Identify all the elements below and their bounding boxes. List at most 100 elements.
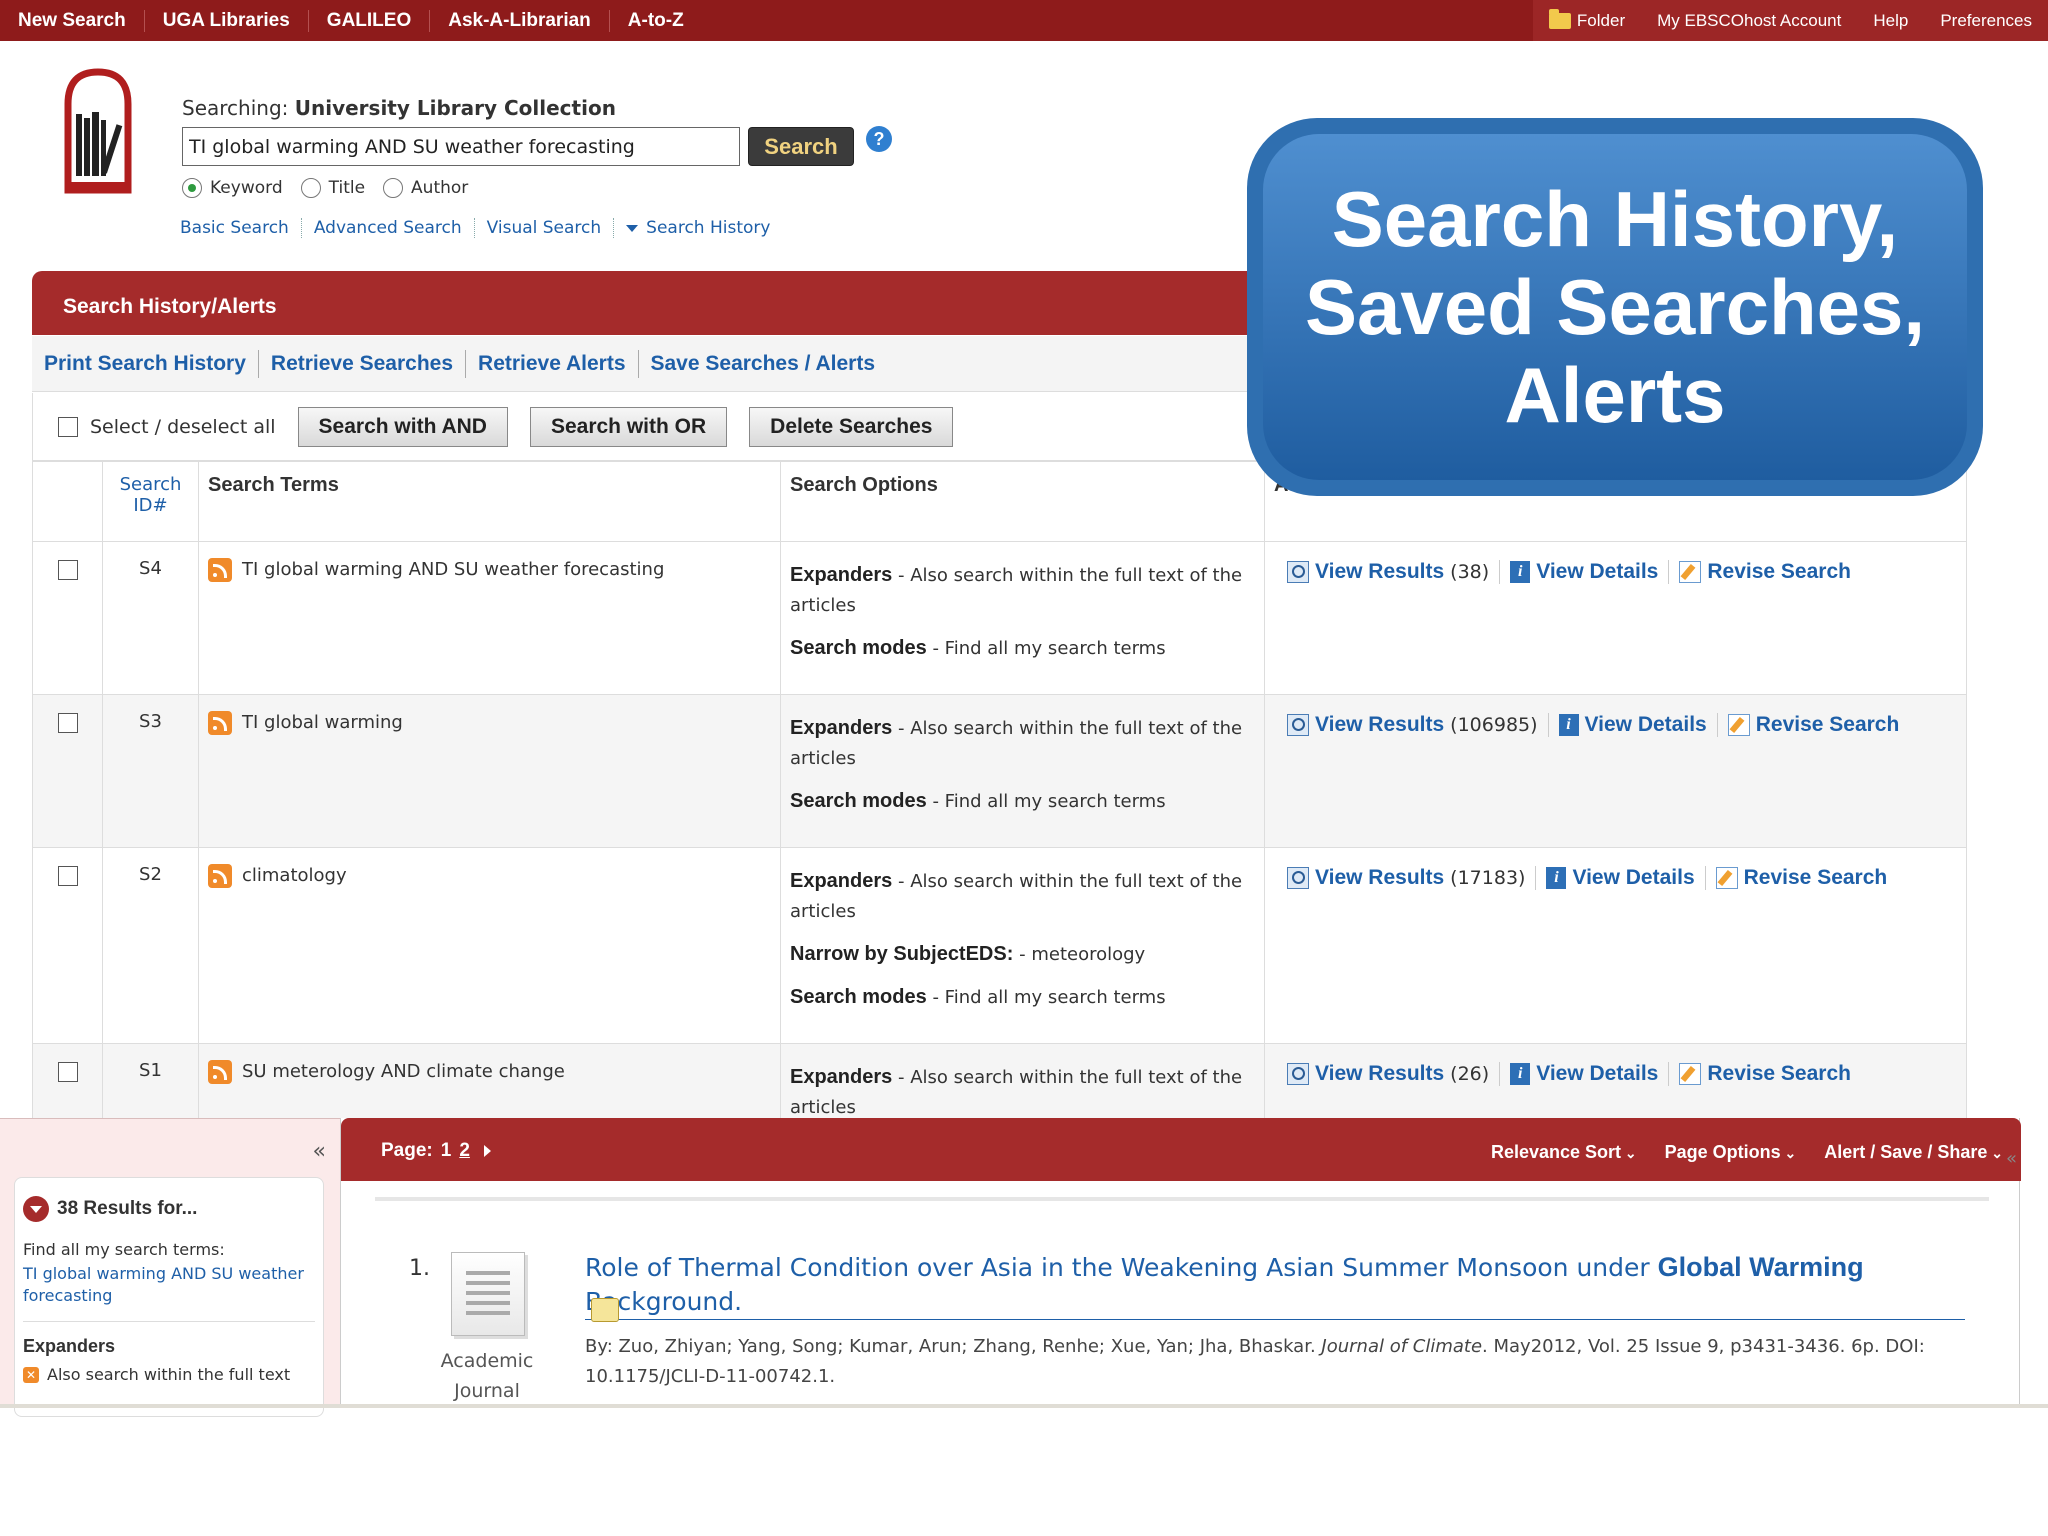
- folder-icon: [1548, 8, 1571, 29]
- nav-help[interactable]: Help: [1857, 11, 1924, 31]
- library-logo[interactable]: [62, 68, 134, 194]
- option-name: Narrow by SubjectEDS:: [790, 943, 1014, 965]
- facet-box: 38 Results for... Find all my search ter…: [14, 1177, 324, 1417]
- print-search-history-link[interactable]: Print Search History: [32, 349, 259, 378]
- search-with-and-button[interactable]: Search with AND: [297, 406, 508, 447]
- result-type: Academic Journal: [425, 1346, 549, 1406]
- view-results-link[interactable]: View Results (106985): [1287, 713, 1549, 737]
- page-1: 1: [440, 1140, 452, 1161]
- preview-icon[interactable]: [591, 1298, 619, 1322]
- link-advanced-search[interactable]: Advanced Search: [302, 218, 475, 238]
- radio-title[interactable]: Title: [300, 178, 366, 198]
- top-nav-left: New Search UGA Libraries GALILEO Ask-A-L…: [0, 0, 702, 41]
- edit-icon: [1679, 1063, 1702, 1085]
- view-details-link[interactable]: i View Details: [1536, 866, 1706, 890]
- rss-icon[interactable]: [208, 711, 232, 735]
- view-results-label: View Results: [1315, 1062, 1445, 1085]
- retrieve-alerts-link[interactable]: Retrieve Alerts: [466, 349, 639, 378]
- nav-uga-libraries[interactable]: UGA Libraries: [145, 9, 309, 32]
- results-for-heading[interactable]: 38 Results for...: [23, 1196, 315, 1222]
- nav-a-to-z[interactable]: A-to-Z: [610, 10, 702, 32]
- revise-search-link[interactable]: Revise Search: [1718, 713, 1910, 737]
- revise-search-link[interactable]: Revise Search: [1669, 1062, 1861, 1086]
- revise-search-label: Revise Search: [1707, 560, 1851, 583]
- remove-x-icon[interactable]: ✕: [23, 1366, 39, 1383]
- page-label: Page:: [381, 1140, 433, 1161]
- info-icon: i: [1558, 714, 1579, 736]
- radio-title-label: Title: [328, 178, 366, 198]
- nav-folder[interactable]: Folder: [1533, 8, 1641, 31]
- revise-search-link[interactable]: Revise Search: [1669, 560, 1861, 584]
- result-title-link[interactable]: Role of Thermal Condition over Asia in t…: [585, 1250, 1965, 1320]
- results-divider: [375, 1197, 1989, 1201]
- revise-search-label: Revise Search: [1707, 1062, 1851, 1085]
- row-actions: View Results (38) i View Details Revise Sear…: [1287, 560, 1944, 584]
- alert-save-share-dropdown[interactable]: Alert / Save / Share: [1824, 1142, 2003, 1163]
- nav-new-search[interactable]: New Search: [0, 9, 145, 32]
- academic-journal-icon: [451, 1252, 525, 1336]
- facet-sidebar: « 38 Results for... Find all my search t…: [0, 1118, 340, 1417]
- link-search-history[interactable]: Search History: [614, 218, 782, 238]
- row-checkbox-cell: [32, 694, 103, 848]
- rss-icon[interactable]: [208, 864, 232, 888]
- top-nav-bar: New Search UGA Libraries GALILEO Ask-A-L…: [0, 0, 2048, 41]
- nav-galileo[interactable]: GALILEO: [309, 9, 431, 32]
- help-icon[interactable]: ?: [866, 126, 892, 152]
- retrieve-searches-link[interactable]: Retrieve Searches: [259, 349, 467, 378]
- select-all-checkbox[interactable]: [58, 416, 78, 437]
- view-results-label: View Results: [1315, 866, 1445, 889]
- view-details-link[interactable]: i View Details: [1500, 560, 1670, 584]
- radio-keyword-label: Keyword: [210, 178, 283, 198]
- search-history-table: Search ID# Search Terms Search Options A…: [32, 461, 1967, 1197]
- row-checkbox[interactable]: [57, 1062, 78, 1082]
- radio-author[interactable]: Author: [383, 178, 468, 198]
- result-journal: Journal of Climate: [1321, 1336, 1483, 1357]
- radio-keyword[interactable]: Keyword: [182, 178, 283, 198]
- search-type-links: Basic Search Advanced Search Visual Sear…: [180, 218, 782, 238]
- page-options-dropdown[interactable]: Page Options: [1665, 1142, 1797, 1163]
- view-results-label: View Results: [1315, 560, 1445, 583]
- search-with-or-button[interactable]: Search with OR: [529, 406, 728, 447]
- search-option: Expanders - Also search within the full …: [790, 560, 1255, 621]
- header-search-id: Search ID#: [102, 461, 199, 542]
- collapse-right-icon[interactable]: «: [2006, 1148, 2017, 1169]
- facet-query-link[interactable]: TI global warming AND SU weather forecas…: [23, 1263, 315, 1307]
- header-checkbox: [32, 461, 103, 542]
- result-type-line1: Academic: [440, 1350, 534, 1372]
- rss-icon[interactable]: [208, 1060, 232, 1084]
- results-options: Relevance Sort Page Options Alert / Save…: [1491, 1142, 2003, 1163]
- revise-search-link[interactable]: Revise Search: [1706, 866, 1898, 890]
- collapse-sidebar-icon[interactable]: «: [313, 1139, 326, 1164]
- result-count: (106985): [1450, 714, 1538, 736]
- relevance-sort-dropdown[interactable]: Relevance Sort: [1491, 1142, 1637, 1163]
- view-results-link[interactable]: View Results (26): [1287, 1062, 1501, 1086]
- row-checkbox[interactable]: [57, 713, 78, 733]
- search-option: Search modes - Find all my search terms: [790, 982, 1255, 1013]
- nav-preferences[interactable]: Preferences: [1924, 11, 2048, 31]
- search-button[interactable]: Search: [748, 127, 854, 166]
- link-visual-search[interactable]: Visual Search: [475, 218, 615, 238]
- option-name: Expanders: [790, 1066, 893, 1088]
- row-checkbox[interactable]: [57, 866, 78, 886]
- facet-expander-item[interactable]: ✕ Also search within the full text: [23, 1365, 315, 1384]
- search-terms-cell: TI global warming: [198, 694, 781, 848]
- info-icon: i: [1510, 1063, 1531, 1085]
- search-input[interactable]: [182, 127, 740, 166]
- facet-mode-label: Find all my search terms:: [23, 1240, 225, 1259]
- nav-ask-a-librarian[interactable]: Ask-A-Librarian: [430, 9, 610, 32]
- view-results-link[interactable]: View Results (17183): [1287, 866, 1537, 890]
- page-2-link[interactable]: 2: [459, 1140, 470, 1162]
- option-name: Search modes: [790, 790, 927, 812]
- save-searches-alerts-link[interactable]: Save Searches / Alerts: [639, 350, 888, 378]
- row-checkbox[interactable]: [57, 560, 78, 580]
- option-value: - Find all my search terms: [926, 638, 1166, 659]
- link-basic-search[interactable]: Basic Search: [180, 218, 302, 238]
- view-results-link[interactable]: View Results (38): [1287, 560, 1501, 584]
- view-details-link[interactable]: i View Details: [1549, 713, 1718, 737]
- nav-my-account[interactable]: My EBSCOhost Account: [1641, 11, 1857, 31]
- option-name: Expanders: [790, 870, 893, 892]
- delete-searches-button[interactable]: Delete Searches: [749, 406, 954, 447]
- view-details-link[interactable]: i View Details: [1500, 1062, 1670, 1086]
- rss-icon[interactable]: [208, 558, 232, 582]
- next-page-icon[interactable]: [483, 1145, 491, 1157]
